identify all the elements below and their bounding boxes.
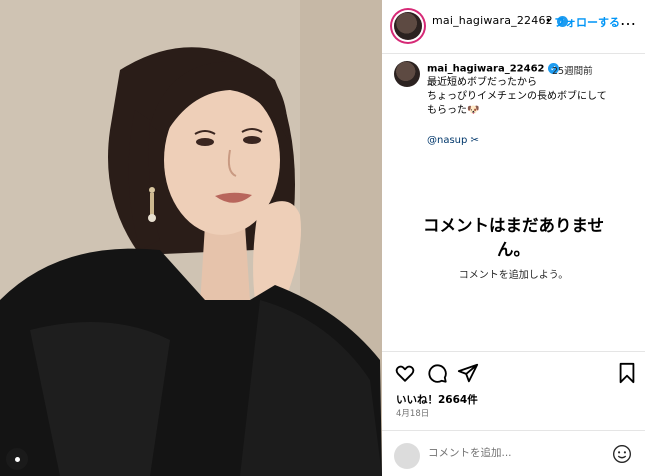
current-user-avatar[interactable] xyxy=(394,443,420,469)
separator-dot: • xyxy=(545,14,552,27)
no-comments-title: コメントはまだありませ ん。 xyxy=(422,216,604,259)
post-photo[interactable] xyxy=(0,0,382,476)
caption-mention-link[interactable]: @nasup ✂ xyxy=(427,135,479,146)
post-sidebar: mai_hagiwara_22462 ✓ • フォローする … mai_hagiw… xyxy=(382,0,645,476)
caption-timestamp[interactable]: 25週間前 xyxy=(552,63,593,77)
tagged-people-icon[interactable] xyxy=(6,448,28,470)
heart-icon[interactable] xyxy=(394,362,416,384)
post-date[interactable]: 4月18日 xyxy=(396,407,429,419)
caption-username[interactable]: mai_hagiwara_22462 ✓ xyxy=(427,63,559,75)
caption-avatar[interactable] xyxy=(394,61,420,87)
paper-plane-icon[interactable] xyxy=(457,362,479,384)
comment-icon[interactable] xyxy=(426,362,448,384)
add-comment-input[interactable] xyxy=(428,447,548,459)
smiley-icon[interactable] xyxy=(612,444,632,464)
portrait-illustration xyxy=(0,0,382,476)
action-bar xyxy=(382,362,645,388)
divider xyxy=(382,430,645,431)
more-options-icon[interactable]: … xyxy=(620,10,637,29)
caption-text: 最近短めボブだったから ちょっぴりイメチェンの長めボブにして もらった🐶 xyxy=(427,77,607,116)
post-header: mai_hagiwara_22462 ✓ • フォローする … xyxy=(382,0,645,54)
divider xyxy=(382,351,645,352)
follow-button[interactable]: フォローする xyxy=(554,14,620,30)
bookmark-icon[interactable] xyxy=(617,362,637,384)
no-comments-subtitle: コメントを追加しよう。 xyxy=(458,270,569,281)
add-comment-row xyxy=(382,441,645,469)
instagram-post-modal: mai_hagiwara_22462 ✓ • フォローする … mai_hagiw… xyxy=(0,0,645,476)
like-count[interactable]: いいね！2664件 xyxy=(396,392,478,407)
author-avatar[interactable] xyxy=(394,12,422,40)
